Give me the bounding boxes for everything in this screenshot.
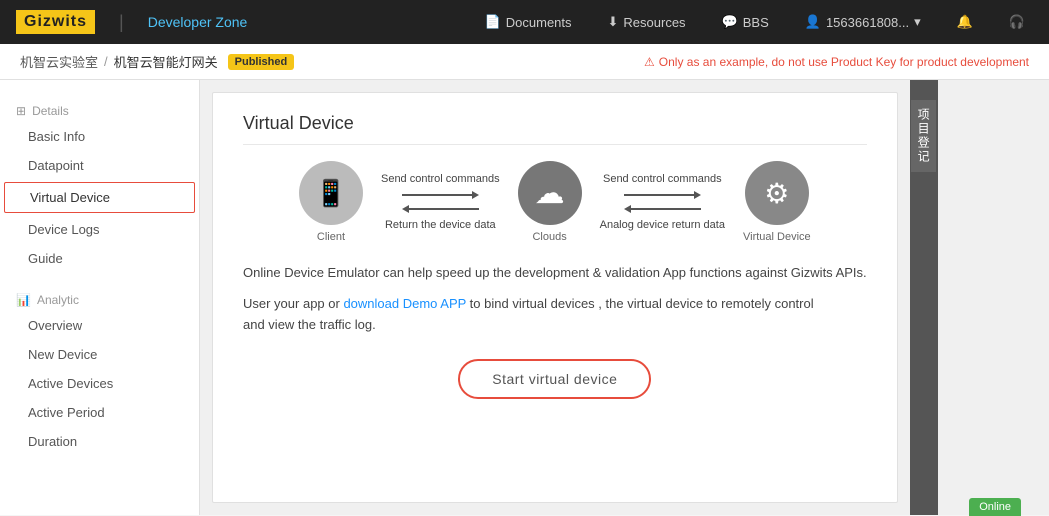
content-wrapper: Virtual Device 📱 Client Send control com… <box>200 80 938 515</box>
demo-app-link[interactable]: download Demo APP <box>343 296 466 311</box>
user-nav-item[interactable]: 👤 1563661808... ▾ <box>797 14 929 30</box>
bell-icon: 🔔 <box>957 14 973 30</box>
sidebar-item-duration[interactable]: Duration <box>0 427 199 456</box>
arrow-right-1 <box>402 191 479 199</box>
client-icon-circle: 📱 <box>299 161 363 225</box>
clouds-icon: ☁ <box>535 176 565 211</box>
arrow2-top-label: Send control commands <box>603 173 722 185</box>
sidebar-item-datapoint[interactable]: Datapoint <box>0 151 199 180</box>
btn-container: Start virtual device <box>243 349 867 399</box>
arrow1-bottom-label: Return the device data <box>385 219 496 231</box>
sidebar-item-new-device[interactable]: New Device <box>0 340 199 369</box>
client-icon: 📱 <box>315 178 347 209</box>
info-text-2: User your app or download Demo APP to bi… <box>243 294 867 336</box>
client-node: 📱 Client <box>299 161 363 243</box>
zone-label: Developer Zone <box>148 14 248 30</box>
top-navigation: Gizwits | Developer Zone 📄 Documents ⬇ R… <box>0 0 1049 44</box>
arrow1-top-label: Send control commands <box>381 173 500 185</box>
warning-icon: ⚠ <box>644 55 655 69</box>
main-content: Virtual Device 📱 Client Send control com… <box>212 92 898 503</box>
bbs-nav-item[interactable]: 💬 BBS <box>714 14 777 30</box>
warning-text: Only as an example, do not use Product K… <box>659 55 1029 69</box>
docs-label: Documents <box>506 15 572 30</box>
warning-message: ⚠ Only as an example, do not use Product… <box>644 55 1029 69</box>
clouds-icon-circle: ☁ <box>518 161 582 225</box>
sidebar-item-device-logs[interactable]: Device Logs <box>0 215 199 244</box>
virtual-device-label: Virtual Device <box>743 231 811 243</box>
headset-icon: 🎧 <box>1009 14 1025 30</box>
sidebar-item-virtual-device[interactable]: Virtual Device <box>4 182 195 213</box>
arrow-right-2 <box>624 191 701 199</box>
start-virtual-device-button[interactable]: Start virtual device <box>458 359 651 399</box>
main-layout: ⊞ Details Basic Info Datapoint Virtual D… <box>0 80 1049 515</box>
resources-label: Resources <box>623 15 685 30</box>
info2-suffix: and view the traffic log. <box>243 317 376 332</box>
logo: Gizwits <box>16 10 95 34</box>
sidebar: ⊞ Details Basic Info Datapoint Virtual D… <box>0 80 200 515</box>
breadcrumb-separator: / <box>104 54 108 69</box>
client-label: Client <box>317 231 345 243</box>
bell-nav-item[interactable]: 🔔 <box>949 14 981 30</box>
details-label: Details <box>32 104 69 118</box>
chevron-down-icon: ▾ <box>914 14 921 30</box>
clouds-label: Clouds <box>532 231 566 243</box>
user-icon: 👤 <box>805 14 821 30</box>
grid-icon: ⊞ <box>16 104 26 118</box>
sidebar-item-active-devices[interactable]: Active Devices <box>0 369 199 398</box>
bbs-icon: 💬 <box>722 14 738 30</box>
arrow2-bottom-label: Analog device return data <box>600 219 725 231</box>
docs-icon: 📄 <box>485 14 501 30</box>
divider: | <box>119 12 124 33</box>
arrows-block-2: Send control commands Analog device retu… <box>600 173 725 231</box>
virtual-device-diagram: 📱 Client Send control commands Return th… <box>243 161 867 243</box>
info-text-1: Online Device Emulator can help speed up… <box>243 263 867 284</box>
details-section-title: ⊞ Details <box>0 96 199 122</box>
arrows-block-1: Send control commands Return the device … <box>381 173 500 231</box>
sidebar-item-active-period[interactable]: Active Period <box>0 398 199 427</box>
arrow-left-2 <box>624 205 701 213</box>
info2-middle: to bind virtual devices , the virtual de… <box>466 296 814 311</box>
online-badge: Online <box>969 498 1021 516</box>
virtual-device-icon-circle: ⚙ <box>745 161 809 225</box>
breadcrumb-root[interactable]: 机智云实验室 <box>20 52 98 71</box>
sidebar-item-guide[interactable]: Guide <box>0 244 199 273</box>
breadcrumb-current: 机智云智能灯网关 <box>114 52 218 71</box>
published-badge: Published <box>228 54 295 70</box>
arrow-left-1 <box>402 205 479 213</box>
page-title: Virtual Device <box>243 113 867 145</box>
analytic-icon: 📊 <box>16 293 31 307</box>
analytic-section-title: 📊 Analytic <box>0 285 199 311</box>
clouds-node: ☁ Clouds <box>518 161 582 243</box>
resources-nav-item[interactable]: ⬇ Resources <box>600 14 694 30</box>
user-label: 1563661808... <box>826 15 909 30</box>
info2-prefix: User your app or <box>243 296 343 311</box>
virtual-device-icon: ⚙ <box>764 177 789 210</box>
sidebar-item-overview[interactable]: Overview <box>0 311 199 340</box>
breadcrumb: 机智云实验室 / 机智云智能灯网关 Published ⚠ Only as an… <box>0 44 1049 80</box>
right-panel-label[interactable]: 项目登记 <box>911 100 936 172</box>
virtual-device-node: ⚙ Virtual Device <box>743 161 811 243</box>
headset-nav-item[interactable]: 🎧 <box>1001 14 1033 30</box>
docs-nav-item[interactable]: 📄 Documents <box>477 14 580 30</box>
analytic-label: Analytic <box>37 293 79 307</box>
bbs-label: BBS <box>743 15 769 30</box>
sidebar-item-basic-info[interactable]: Basic Info <box>0 122 199 151</box>
resources-icon: ⬇ <box>608 14 619 30</box>
right-panel: 项目登记 <box>910 80 938 515</box>
